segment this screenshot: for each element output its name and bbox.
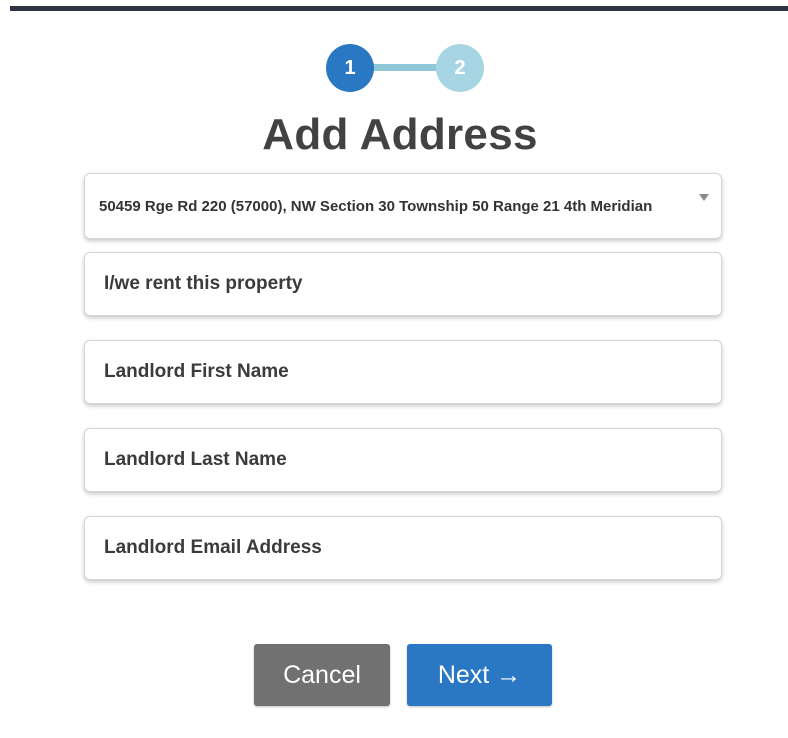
- cancel-button[interactable]: Cancel: [254, 644, 390, 706]
- landlord-first-name-field[interactable]: Landlord First Name: [84, 340, 722, 404]
- rent-property-field[interactable]: I/we rent this property: [84, 252, 722, 316]
- stepper: 1 2: [326, 44, 484, 92]
- landlord-email-placeholder: Landlord Email Address: [104, 537, 322, 558]
- top-bar: [10, 6, 788, 11]
- step-1-indicator: 1: [326, 44, 374, 92]
- next-button[interactable]: Next →: [407, 644, 552, 706]
- landlord-first-name-placeholder: Landlord First Name: [104, 361, 289, 382]
- landlord-last-name-field[interactable]: Landlord Last Name: [84, 428, 722, 492]
- step-2-indicator: 2: [436, 44, 484, 92]
- add-address-page: 1 2 Add Address 50459 Rge Rd 220 (57000)…: [0, 0, 788, 738]
- address-select[interactable]: 50459 Rge Rd 220 (57000), NW Section 30 …: [84, 173, 722, 239]
- page-title: Add Address: [262, 110, 538, 159]
- rent-property-label: I/we rent this property: [104, 273, 303, 294]
- landlord-last-name-placeholder: Landlord Last Name: [104, 449, 287, 470]
- caret-down-icon: [699, 194, 709, 201]
- address-select-value: 50459 Rge Rd 220 (57000), NW Section 30 …: [99, 197, 653, 215]
- landlord-email-field[interactable]: Landlord Email Address: [84, 516, 722, 580]
